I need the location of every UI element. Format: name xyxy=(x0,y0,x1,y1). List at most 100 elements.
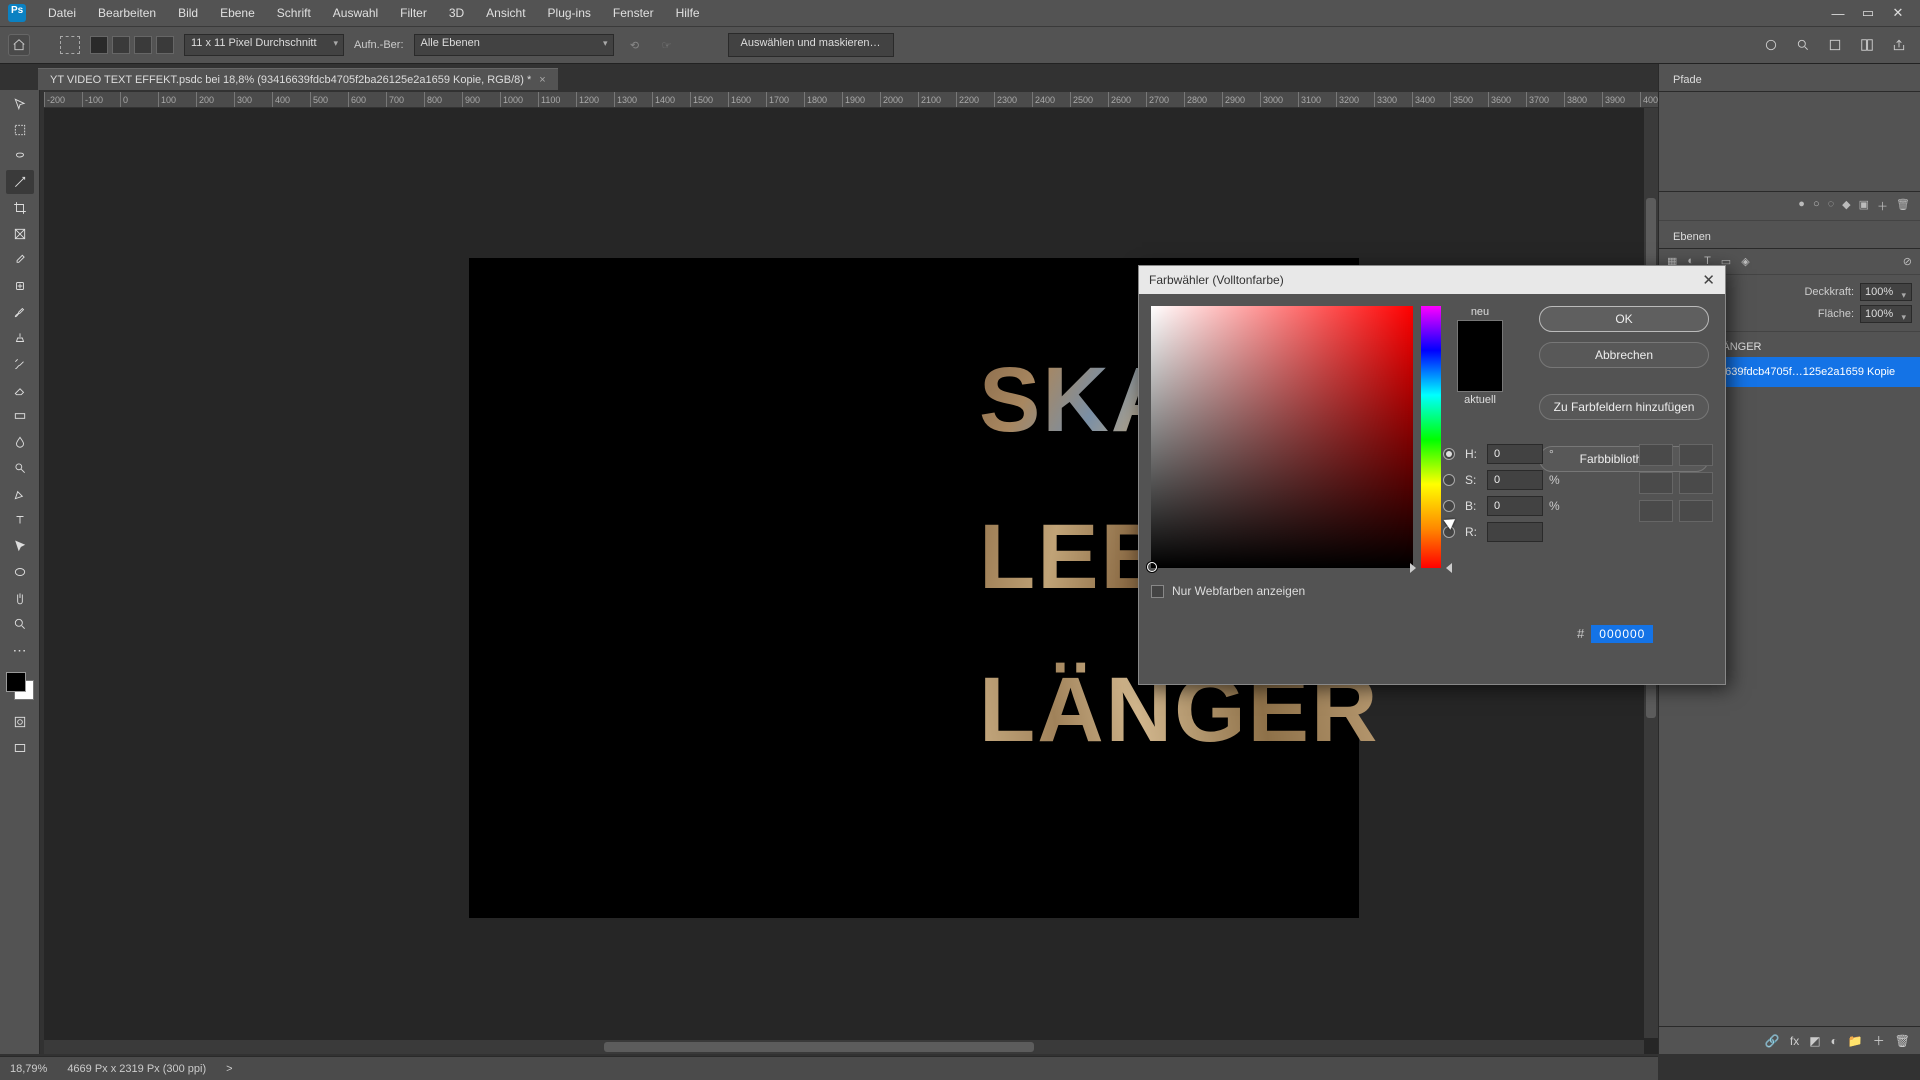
cancel-button[interactable]: Abbrechen xyxy=(1539,342,1709,368)
web-colors-only-checkbox[interactable] xyxy=(1151,585,1164,598)
tab-ebenen[interactable]: Ebenen xyxy=(1669,227,1715,248)
color-picker-close-icon[interactable]: ✕ xyxy=(1702,271,1715,289)
brightness-radio[interactable] xyxy=(1443,500,1455,512)
search-icon[interactable] xyxy=(1794,36,1812,54)
rectangular-marquee-tool[interactable] xyxy=(6,118,34,142)
color-field-marker[interactable] xyxy=(1147,562,1157,572)
selection-intersect-icon[interactable] xyxy=(156,36,174,54)
window-close-button[interactable]: ✕ xyxy=(1890,5,1906,21)
extra-field-6[interactable] xyxy=(1679,500,1713,522)
window-restore-button[interactable]: ▭ xyxy=(1860,5,1876,21)
document-tab-close-icon[interactable]: × xyxy=(539,74,545,86)
edit-toolbar-icon[interactable]: ⋯ xyxy=(6,638,34,662)
selection-add-icon[interactable] xyxy=(112,36,130,54)
menu-hilfe[interactable]: Hilfe xyxy=(666,2,710,24)
share-icon[interactable] xyxy=(1890,36,1908,54)
cloud-docs-icon[interactable] xyxy=(1762,36,1780,54)
status-chevron-icon[interactable]: > xyxy=(226,1063,232,1075)
blur-tool[interactable] xyxy=(6,430,34,454)
path-selection-tool[interactable] xyxy=(6,534,34,558)
history-brush-tool[interactable] xyxy=(6,352,34,376)
zoom-tool[interactable] xyxy=(6,612,34,636)
finger-icon[interactable]: ☞ xyxy=(656,39,678,52)
menu-datei[interactable]: Datei xyxy=(38,2,86,24)
move-tool[interactable] xyxy=(6,92,34,116)
menu-fenster[interactable]: Fenster xyxy=(603,2,664,24)
foreground-color-swatch[interactable] xyxy=(6,672,26,692)
selection-new-icon[interactable] xyxy=(90,36,108,54)
screen-mode-icon[interactable] xyxy=(6,736,34,760)
document-dimensions[interactable]: 4669 Px x 2319 Px (300 ppi) xyxy=(67,1063,206,1075)
menu-bild[interactable]: Bild xyxy=(168,2,208,24)
extra-field-2[interactable] xyxy=(1679,444,1713,466)
sample-source-dropdown[interactable]: Alle Ebenen xyxy=(414,34,614,56)
menu-3d[interactable]: 3D xyxy=(439,2,474,24)
menu-filter[interactable]: Filter xyxy=(390,2,437,24)
tab-pfade[interactable]: Pfade xyxy=(1669,70,1706,91)
link-layers-icon[interactable]: 🔗 xyxy=(1765,1034,1780,1048)
extra-field-3[interactable] xyxy=(1639,472,1673,494)
extra-field-4[interactable] xyxy=(1679,472,1713,494)
gradient-tool[interactable] xyxy=(6,404,34,428)
healing-brush-tool[interactable] xyxy=(6,274,34,298)
delete-layer-icon[interactable]: 🗑 xyxy=(1895,1034,1910,1048)
eraser-tool[interactable] xyxy=(6,378,34,402)
tool-preset-icon[interactable] xyxy=(60,36,80,54)
window-minimize-button[interactable]: — xyxy=(1830,5,1846,21)
dodge-tool[interactable] xyxy=(6,456,34,480)
eyedropper-tool[interactable] xyxy=(6,248,34,272)
quick-mask-mode-icon[interactable] xyxy=(6,710,34,734)
saturation-input[interactable] xyxy=(1487,470,1543,490)
clone-stamp-tool[interactable] xyxy=(6,326,34,350)
workspace-switcher-icon[interactable] xyxy=(1858,36,1876,54)
new-group-icon[interactable]: 📁 xyxy=(1848,1034,1863,1048)
path-from-selection-icon[interactable]: ◆ xyxy=(1842,198,1850,214)
extra-field-1[interactable] xyxy=(1639,444,1673,466)
color-field[interactable] xyxy=(1151,306,1413,568)
menu-plugins[interactable]: Plug-ins xyxy=(538,2,601,24)
new-path-icon[interactable]: ＋ xyxy=(1877,198,1888,214)
brush-tool[interactable] xyxy=(6,300,34,324)
opacity-input[interactable]: 100% xyxy=(1860,283,1912,301)
menu-ansicht[interactable]: Ansicht xyxy=(476,2,535,24)
color-picker-titlebar[interactable]: Farbwähler (Volltonfarbe) ✕ xyxy=(1139,266,1725,294)
menu-schrift[interactable]: Schrift xyxy=(267,2,321,24)
menu-bearbeiten[interactable]: Bearbeiten xyxy=(88,2,166,24)
menu-ebene[interactable]: Ebene xyxy=(210,2,265,24)
frame-tool[interactable] xyxy=(6,222,34,246)
horizontal-scroll-thumb[interactable] xyxy=(604,1042,1034,1052)
selection-from-path-icon[interactable]: ◌ xyxy=(1828,198,1835,214)
crop-tool[interactable] xyxy=(6,196,34,220)
hue-input[interactable] xyxy=(1487,444,1543,464)
sample-size-dropdown[interactable]: 11 x 11 Pixel Durchschnitt xyxy=(184,34,344,56)
zoom-level[interactable]: 18,79% xyxy=(10,1063,47,1075)
dropdown-collapse-icon[interactable]: ⟲ xyxy=(624,39,646,52)
add-mask-icon[interactable]: ▣ xyxy=(1859,198,1869,214)
home-button[interactable] xyxy=(8,34,30,56)
extra-field-5[interactable] xyxy=(1639,500,1673,522)
hue-slider[interactable] xyxy=(1421,306,1441,568)
color-swatches[interactable] xyxy=(4,670,36,702)
red-radio[interactable] xyxy=(1443,526,1455,538)
shape-tool[interactable] xyxy=(6,560,34,584)
lasso-tool[interactable] xyxy=(6,144,34,168)
layer-style-icon[interactable]: fx xyxy=(1790,1034,1799,1048)
ok-button[interactable]: OK xyxy=(1539,306,1709,332)
select-and-mask-button[interactable]: Auswählen und maskieren… xyxy=(728,33,894,57)
brightness-input[interactable] xyxy=(1487,496,1543,516)
layer-mask-icon[interactable]: ◩ xyxy=(1809,1034,1820,1048)
hue-slider-indicator[interactable] xyxy=(1416,565,1446,571)
delete-path-icon[interactable]: 🗑 xyxy=(1896,198,1910,214)
selection-subtract-icon[interactable] xyxy=(134,36,152,54)
hand-tool[interactable] xyxy=(6,586,34,610)
hex-input[interactable]: 000000 xyxy=(1591,625,1653,643)
new-layer-icon[interactable]: ＋ xyxy=(1873,1032,1885,1049)
saturation-radio[interactable] xyxy=(1443,474,1455,486)
document-tab[interactable]: YT VIDEO TEXT EFFEKT.psdc bei 18,8% (934… xyxy=(38,68,558,90)
red-input[interactable] xyxy=(1487,522,1543,542)
type-tool[interactable] xyxy=(6,508,34,532)
pen-tool[interactable] xyxy=(6,482,34,506)
arrange-documents-icon[interactable] xyxy=(1826,36,1844,54)
magic-wand-tool[interactable] xyxy=(6,170,34,194)
filter-smartobject-icon[interactable]: ◈ xyxy=(1741,255,1749,268)
